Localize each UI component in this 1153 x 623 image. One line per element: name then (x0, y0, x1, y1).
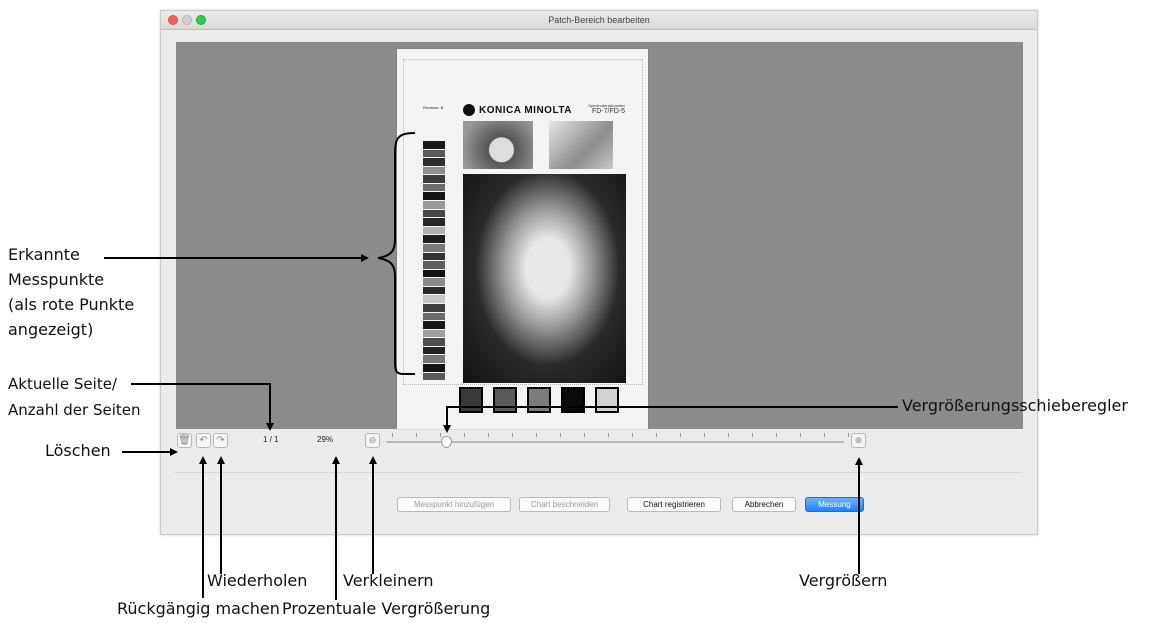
arrow-current-page (131, 383, 274, 431)
arrow-zoom-slider (443, 406, 898, 433)
brace-bracket (377, 132, 416, 376)
annotation-arrows (104, 132, 898, 600)
